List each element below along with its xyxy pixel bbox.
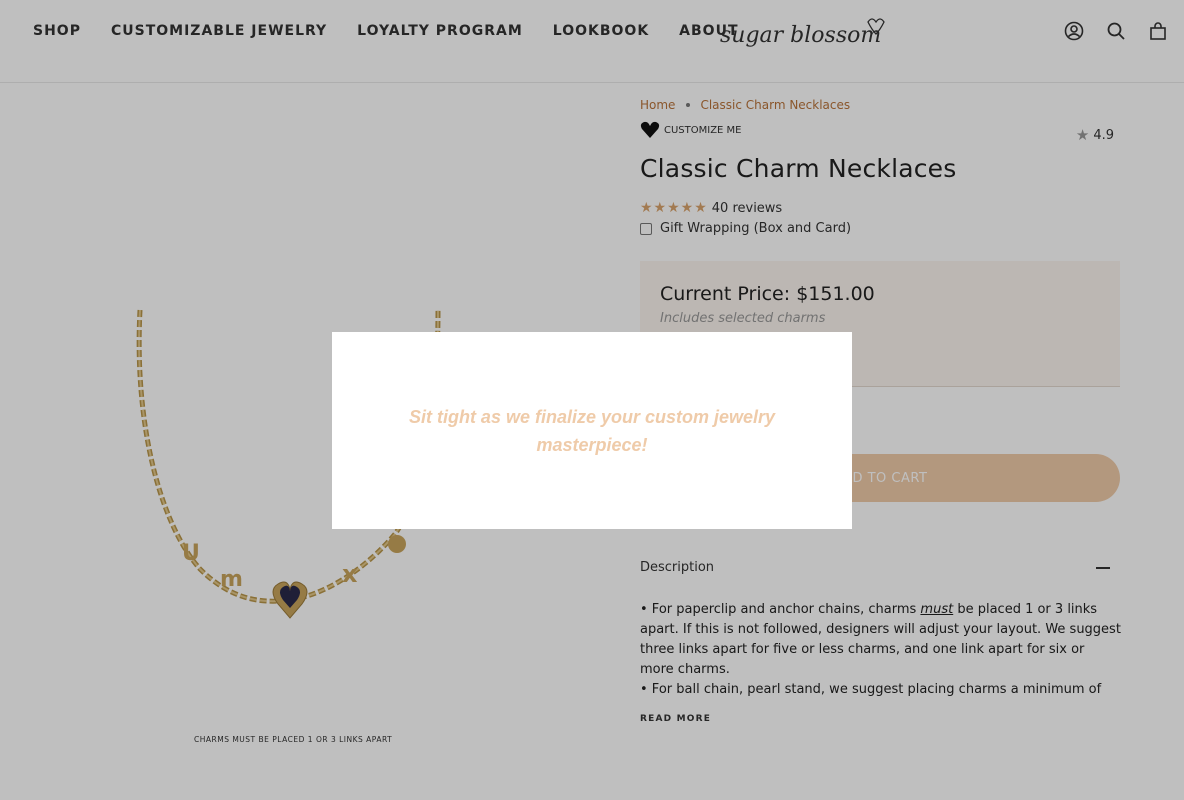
modal-message: Sit tight as we finalize your custom jew… [408,406,776,455]
loading-modal: Sit tight as we finalize your custom jew… [332,332,852,529]
modal-overlay: Sit tight as we finalize your custom jew… [0,0,1184,800]
